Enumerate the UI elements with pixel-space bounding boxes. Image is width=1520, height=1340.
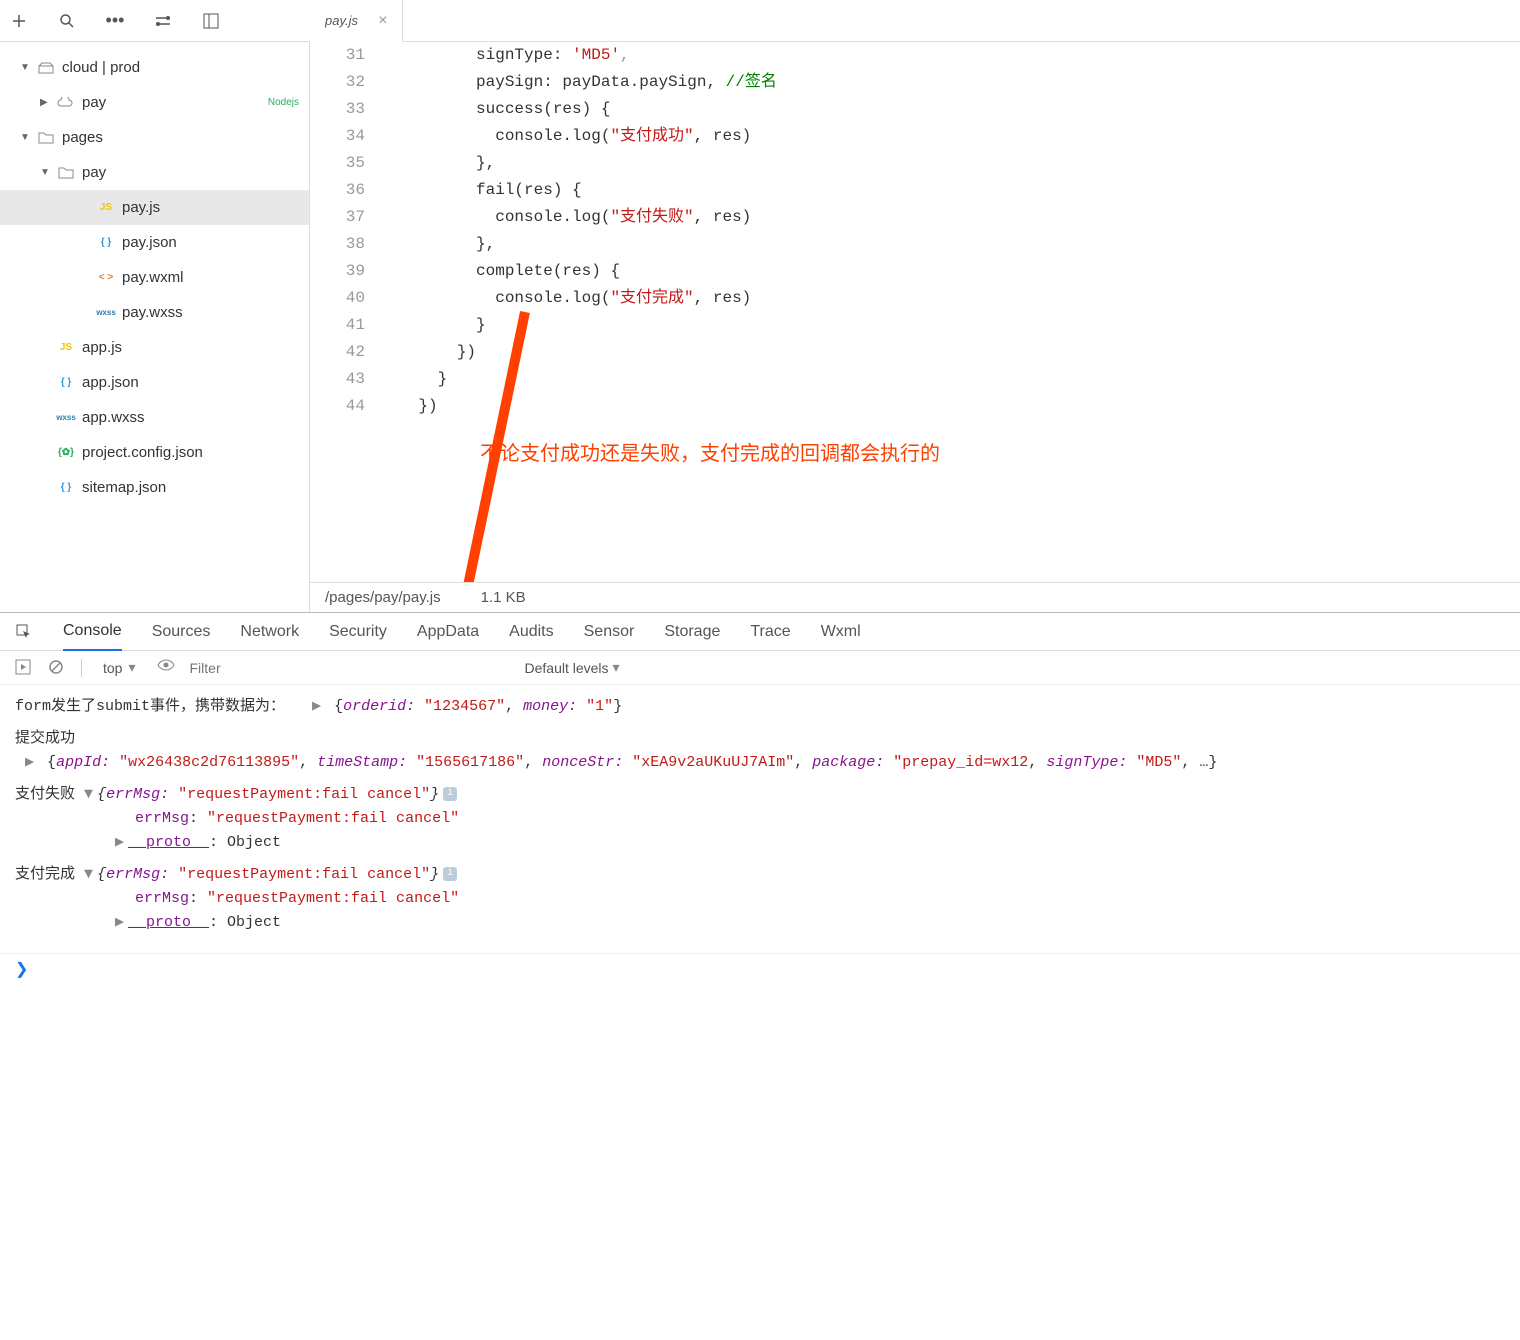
- file-label: app.js: [82, 339, 122, 356]
- file-label: pay.wxml: [122, 269, 183, 286]
- clear-icon[interactable]: [48, 659, 66, 677]
- console-log-row: form发生了submit事件，携带数据为： ▶ {orderid: "1234…: [15, 695, 1505, 719]
- file-tree-item[interactable]: ▼ pages: [0, 120, 309, 155]
- console-log-row: 提交成功 ▶ {appId: "wx26438c2d76113895", tim…: [15, 727, 1505, 775]
- file-explorer: ▼ cloud | prod ▶ pay Nodejs ▼ pages ▼ pay JSpay.j…: [0, 42, 310, 612]
- file-label: app.json: [82, 374, 139, 391]
- collapse-arrow-icon[interactable]: ▼: [84, 866, 93, 883]
- settings-toggle-icon[interactable]: [154, 12, 172, 30]
- console-output: form发生了submit事件，携带数据为： ▶ {orderid: "1234…: [0, 685, 1520, 953]
- folder-icon: [36, 131, 56, 144]
- devtools-tab-trace[interactable]: Trace: [750, 613, 790, 651]
- file-tree-item[interactable]: { }pay.json: [0, 225, 309, 260]
- more-icon[interactable]: •••: [106, 12, 124, 30]
- code-lines: signType: 'MD5', paySign: payData.paySig…: [380, 42, 1520, 582]
- file-label: app.wxss: [82, 409, 145, 426]
- console-prompt[interactable]: ❯: [0, 953, 1520, 983]
- expand-arrow-icon[interactable]: ▶: [312, 698, 321, 715]
- file-tree-item[interactable]: JSpay.js: [0, 190, 309, 225]
- file-label: sitemap.json: [82, 479, 166, 496]
- file-label: pay.json: [122, 234, 177, 251]
- file-label: pay: [82, 94, 106, 111]
- file-label: project.config.json: [82, 444, 203, 461]
- nodejs-badge: Nodejs: [268, 97, 299, 108]
- info-badge-icon: i: [443, 867, 457, 881]
- devtools-tab-audits[interactable]: Audits: [509, 613, 553, 651]
- chevron-icon: ▼: [20, 132, 30, 143]
- collapse-arrow-icon[interactable]: ▼: [84, 786, 93, 803]
- file-label: cloud | prod: [62, 59, 140, 76]
- file-label: pay.wxss: [122, 304, 183, 321]
- console-toolbar: top ▾ Default levels ▾: [0, 651, 1520, 685]
- file-size: 1.1 KB: [481, 589, 526, 606]
- code-editor[interactable]: 3132333435363738394041424344 signType: '…: [310, 42, 1520, 582]
- console-log-row: 支付失败 ▼{errMsg: "requestPayment:fail canc…: [15, 783, 1505, 855]
- editor-area: pay.js × 3132333435363738394041424344 si…: [310, 42, 1520, 612]
- log-levels-selector[interactable]: Default levels ▾: [525, 659, 620, 676]
- file-tree-item[interactable]: ▼ pay: [0, 155, 309, 190]
- chevron-icon: ▶: [40, 97, 50, 108]
- editor-status-bar: /pages/pay/pay.js 1.1 KB: [310, 582, 1520, 612]
- context-selector[interactable]: top ▾: [97, 657, 142, 678]
- devtools-tab-sources[interactable]: Sources: [152, 613, 211, 651]
- file-path: /pages/pay/pay.js: [325, 589, 441, 606]
- folder-icon: [56, 97, 76, 109]
- expand-arrow-icon[interactable]: ▶: [115, 834, 124, 851]
- folder-icon: [56, 166, 76, 179]
- devtools-tab-network[interactable]: Network: [240, 613, 299, 651]
- info-badge-icon: i: [443, 787, 457, 801]
- chevron-icon: ▼: [40, 167, 50, 178]
- console-log-row: 支付完成 ▼{errMsg: "requestPayment:fail canc…: [15, 863, 1505, 935]
- editor-tab-bar: pay.js ×: [310, 0, 1520, 42]
- file-tree-item[interactable]: { }sitemap.json: [0, 470, 309, 505]
- annotation-text: 不论支付成功还是失败，支付完成的回调都会执行的: [480, 437, 940, 467]
- eye-icon[interactable]: [157, 659, 175, 677]
- file-label: pay.js: [122, 199, 160, 216]
- file-tree-item[interactable]: wxssapp.wxss: [0, 400, 309, 435]
- layout-icon[interactable]: [202, 12, 220, 30]
- expand-arrow-icon[interactable]: ▶: [25, 754, 34, 771]
- add-icon[interactable]: [10, 12, 28, 30]
- chevron-icon: ▼: [20, 62, 30, 73]
- inspect-icon[interactable]: [15, 623, 33, 641]
- file-tree-item[interactable]: {✿}project.config.json: [0, 435, 309, 470]
- devtools-tab-console[interactable]: Console: [63, 613, 122, 651]
- expand-arrow-icon[interactable]: ▶: [115, 914, 124, 931]
- close-icon[interactable]: ×: [378, 12, 387, 30]
- devtools-tab-bar: Console Sources Network Security AppData Audi…: [0, 613, 1520, 651]
- devtools-tab-sensor[interactable]: Sensor: [584, 613, 635, 651]
- file-tree-item[interactable]: ▼ cloud | prod: [0, 50, 309, 85]
- tab-filename: pay.js: [325, 13, 358, 28]
- search-icon[interactable]: [58, 12, 76, 30]
- play-icon[interactable]: [15, 659, 33, 677]
- file-tree-item[interactable]: { }app.json: [0, 365, 309, 400]
- filter-input[interactable]: [190, 657, 510, 679]
- file-tree-item[interactable]: ▶ pay Nodejs: [0, 85, 309, 120]
- file-tree-item[interactable]: < >pay.wxml: [0, 260, 309, 295]
- line-gutter: 3132333435363738394041424344: [310, 42, 380, 582]
- file-label: pages: [62, 129, 103, 146]
- devtools-tab-appdata[interactable]: AppData: [417, 613, 479, 651]
- editor-tab[interactable]: pay.js ×: [310, 0, 403, 42]
- devtools-tab-wxml[interactable]: Wxml: [821, 613, 861, 651]
- file-tree-item[interactable]: JSapp.js: [0, 330, 309, 365]
- file-tree-item[interactable]: wxsspay.wxss: [0, 295, 309, 330]
- devtools-tab-security[interactable]: Security: [329, 613, 387, 651]
- file-label: pay: [82, 164, 106, 181]
- folder-icon: [36, 61, 56, 75]
- devtools-tab-storage[interactable]: Storage: [664, 613, 720, 651]
- devtools-panel: Console Sources Network Security AppData Audi…: [0, 612, 1520, 983]
